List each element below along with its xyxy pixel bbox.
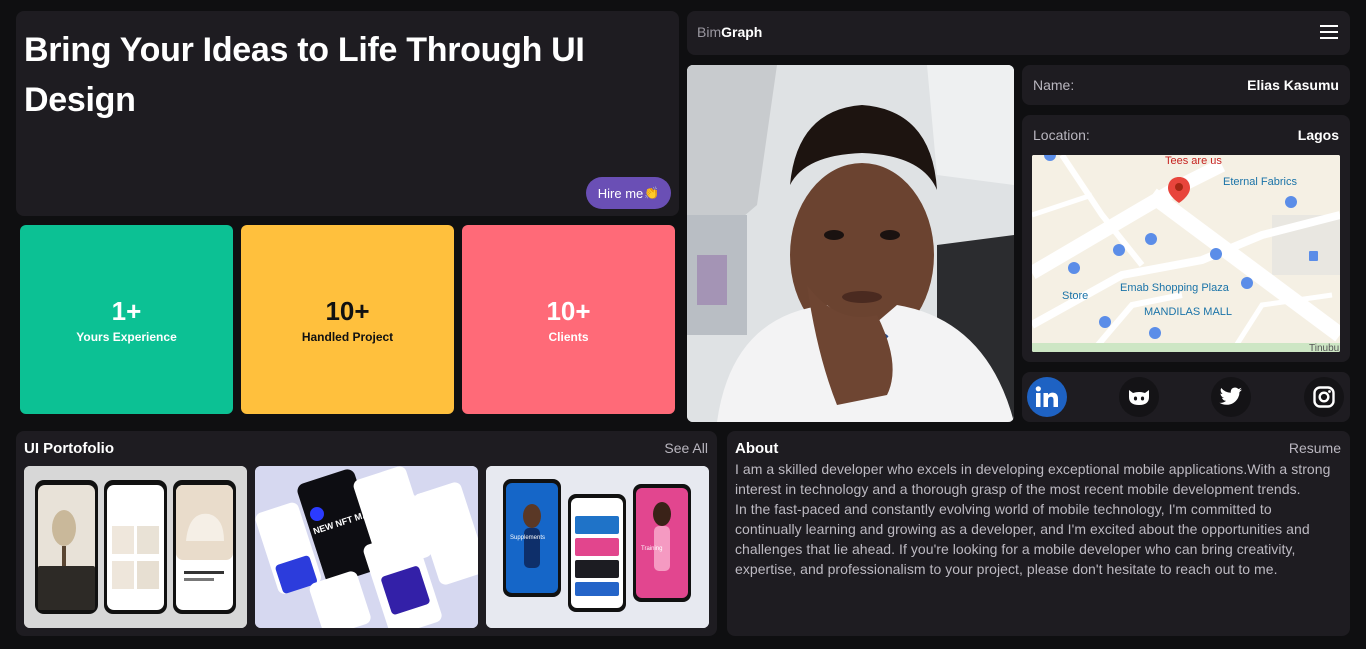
- stat-label: Clients: [548, 329, 589, 344]
- about-card: About Resume I am a skilled developer wh…: [727, 431, 1350, 636]
- about-paragraph: I am a skilled developer who excels in d…: [735, 461, 1331, 497]
- social-bar: [1022, 372, 1350, 422]
- brand-logo[interactable]: BimGraph: [697, 24, 762, 40]
- map-label: Store: [1062, 290, 1088, 302]
- name-value: Elias Kasumu: [1247, 77, 1339, 93]
- stat-label: Handled Project: [301, 329, 394, 344]
- resume-link[interactable]: Resume: [1289, 440, 1341, 456]
- about-title: About: [735, 440, 779, 457]
- map-label: Emab Shopping Plaza: [1120, 282, 1230, 294]
- clap-icon: 👏: [644, 186, 660, 200]
- portfolio-title: UI Portofolio: [24, 440, 114, 457]
- name-card: Name: Elias Kasumu: [1022, 65, 1350, 105]
- about-paragraph: In the fast-paced and constantly evolvin…: [735, 501, 1310, 577]
- fitness-label-a: Supplements: [510, 535, 545, 541]
- stat-value: 10+: [546, 295, 591, 326]
- hire-me-label: Hire me: [597, 185, 644, 201]
- location-card: Location: Lagos Tees are us Eternal Fabr…: [1022, 115, 1350, 362]
- brand-prefix: Bim: [697, 24, 722, 40]
- portfolio-item-nft[interactable]: NEW NFT MARKET PLACE: [255, 466, 478, 628]
- map-label: MANDILAS MALL: [1144, 306, 1232, 318]
- instagram-icon[interactable]: [1304, 377, 1344, 417]
- hero-headline: Bring Your Ideas to Life Through UI Desi…: [24, 31, 585, 119]
- about-text: I am a skilled developer who excels in d…: [735, 459, 1336, 579]
- see-all-link[interactable]: See All: [664, 440, 708, 456]
- hire-me-button[interactable]: Hire me 👏: [586, 177, 671, 209]
- hamburger-icon[interactable]: [1320, 25, 1338, 41]
- twitter-icon[interactable]: [1211, 377, 1251, 417]
- hero-card: Bring Your Ideas to Life Through UI Desi…: [16, 11, 679, 216]
- stat-label: Yours Experience: [76, 329, 177, 344]
- stat-experience: 1+ Yours Experience: [20, 225, 233, 414]
- map-label: Tees are us: [1165, 155, 1222, 167]
- portfolio-card: UI Portofolio See All NEW NFT Supplement…: [16, 431, 717, 636]
- top-header: BimGraph: [687, 11, 1350, 55]
- linkedin-icon[interactable]: [1027, 377, 1067, 417]
- map-label: Tinubu S: [1309, 343, 1340, 352]
- location-map[interactable]: Tees are us Eternal Fabrics Emab Shoppin…: [1032, 155, 1340, 352]
- location-value: Lagos: [1297, 127, 1339, 143]
- portfolio-item-furniture[interactable]: [24, 466, 247, 628]
- stat-clients: 10+ Clients: [462, 225, 675, 414]
- stat-projects: 10+ Handled Project: [241, 225, 454, 414]
- fitness-label-b: Training: [641, 546, 662, 552]
- name-key: Name:: [1033, 77, 1075, 93]
- portfolio-item-fitness[interactable]: Supplements Training: [486, 466, 709, 628]
- brand-suffix: Graph: [721, 24, 763, 40]
- github-icon[interactable]: [1119, 377, 1159, 417]
- map-label: Eternal Fabrics: [1223, 176, 1297, 188]
- stat-value: 1+: [111, 295, 142, 326]
- location-key: Location:: [1033, 127, 1090, 143]
- profile-photo: [687, 65, 1014, 422]
- stat-value: 10+: [325, 295, 370, 326]
